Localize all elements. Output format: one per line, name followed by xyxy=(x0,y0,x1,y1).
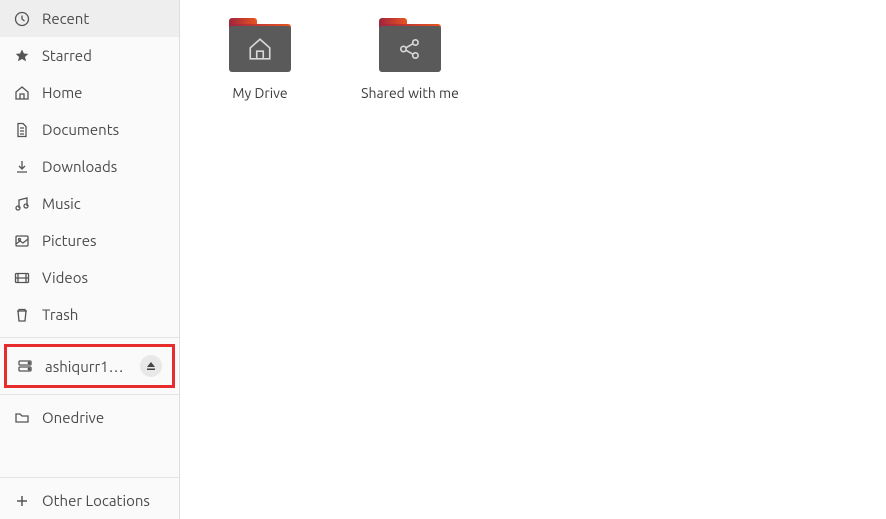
folder-icon xyxy=(229,18,291,72)
sidebar-item-starred[interactable]: Starred xyxy=(0,37,179,74)
music-icon xyxy=(14,196,30,212)
sidebar-item-label: Home xyxy=(42,84,165,101)
document-icon xyxy=(14,122,30,138)
sidebar-item-label: Onedrive xyxy=(42,409,165,426)
plus-icon xyxy=(14,493,30,509)
folder-shared-with-me[interactable]: Shared with me xyxy=(360,18,460,104)
separator xyxy=(0,337,179,338)
folder-icon xyxy=(14,410,30,426)
folder-label: My Drive xyxy=(232,84,287,104)
sidebar-item-home[interactable]: Home xyxy=(0,74,179,111)
sidebar-item-downloads[interactable]: Downloads xyxy=(0,148,179,185)
separator xyxy=(0,477,179,478)
sidebar-item-onedrive[interactable]: Onedrive xyxy=(0,399,179,436)
sidebar-item-pictures[interactable]: Pictures xyxy=(0,222,179,259)
folder-my-drive[interactable]: My Drive xyxy=(210,18,310,104)
sidebar-item-label: ashiqurr11… xyxy=(45,358,128,375)
drive-icon xyxy=(17,358,33,374)
share-icon xyxy=(397,36,423,62)
folder-label: Shared with me xyxy=(361,84,459,104)
sidebar-item-other-locations[interactable]: Other Locations xyxy=(0,482,179,519)
star-icon xyxy=(14,48,30,64)
main-content: My Drive Shared with me xyxy=(180,0,886,519)
sidebar: Recent Starred Home Documents Downloads … xyxy=(0,0,180,519)
sidebar-item-label: Pictures xyxy=(42,232,165,249)
image-icon xyxy=(14,233,30,249)
sidebar-item-label: Starred xyxy=(42,47,165,64)
sidebar-item-music[interactable]: Music xyxy=(0,185,179,222)
highlight-box: ashiqurr11… xyxy=(4,344,175,388)
home-icon xyxy=(247,36,273,62)
eject-button[interactable] xyxy=(140,355,162,377)
sidebar-item-label: Recent xyxy=(42,10,165,27)
sidebar-item-trash[interactable]: Trash xyxy=(0,296,179,333)
sidebar-item-label: Trash xyxy=(42,306,165,323)
folder-icon xyxy=(379,18,441,72)
home-icon xyxy=(14,85,30,101)
sidebar-item-label: Documents xyxy=(42,121,165,138)
sidebar-item-mount[interactable]: ashiqurr11… xyxy=(7,347,172,385)
spacer xyxy=(0,436,179,473)
sidebar-item-documents[interactable]: Documents xyxy=(0,111,179,148)
sidebar-item-videos[interactable]: Videos xyxy=(0,259,179,296)
clock-icon xyxy=(14,11,30,27)
separator xyxy=(0,394,179,395)
download-icon xyxy=(14,159,30,175)
sidebar-item-recent[interactable]: Recent xyxy=(0,0,179,37)
sidebar-item-label: Other Locations xyxy=(42,492,165,509)
sidebar-item-label: Music xyxy=(42,195,165,212)
video-icon xyxy=(14,270,30,286)
trash-icon xyxy=(14,307,30,323)
sidebar-item-label: Videos xyxy=(42,269,165,286)
sidebar-item-label: Downloads xyxy=(42,158,165,175)
